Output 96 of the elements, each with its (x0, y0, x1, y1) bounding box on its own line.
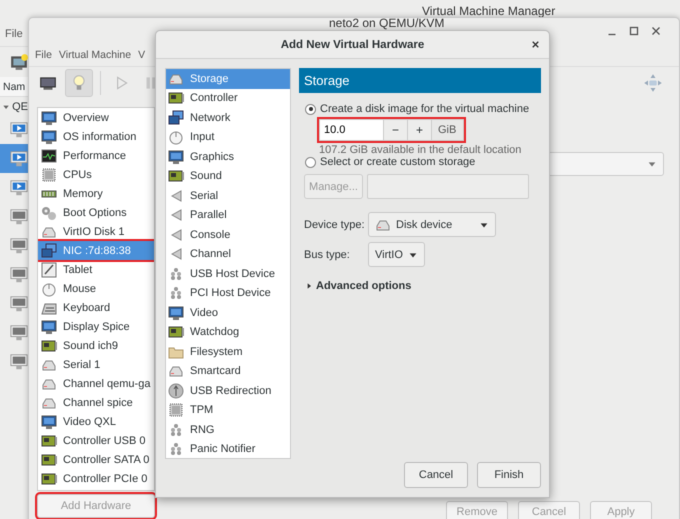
hardware-item[interactable]: Controller SATA 0 (38, 450, 154, 469)
card-icon (168, 90, 184, 106)
hardware-item[interactable]: Serial 1 (38, 355, 154, 374)
monitor-icon (41, 128, 57, 144)
move-icon[interactable] (643, 73, 663, 93)
hardware-type-item[interactable]: Input (166, 128, 290, 147)
hardware-type-item[interactable]: Controller (166, 88, 290, 108)
dialog-button[interactable]: Cancel (404, 462, 468, 488)
hardware-item[interactable]: Mouse (38, 279, 154, 298)
hardware-item[interactable]: Performance (38, 146, 154, 165)
hardware-type-item[interactable]: Smartcard (166, 362, 290, 381)
card-icon (41, 470, 57, 486)
hardware-item[interactable]: Channel qemu-ga (38, 374, 154, 393)
window-title: Virtual Machine Manager (422, 4, 556, 18)
bus-type-dropdown[interactable]: VirtIO (368, 242, 425, 267)
hardware-type-item[interactable]: Video (166, 303, 290, 322)
hardware-item[interactable]: Video QXL (38, 412, 154, 431)
hardware-type-item[interactable]: PCI Host Device (166, 284, 290, 303)
hardware-item[interactable]: VirtIO Disk 1 (38, 222, 154, 241)
hardware-item[interactable]: Sound ich9 (38, 336, 154, 355)
close-icon[interactable] (530, 39, 541, 50)
chip-icon (41, 166, 57, 182)
maximize-icon[interactable] (627, 24, 641, 38)
monitor-icon (168, 148, 184, 165)
hardware-item[interactable]: Controller USB 0 (38, 431, 154, 450)
hardware-item[interactable]: Overview (38, 108, 154, 127)
hardware-type-item[interactable]: TPM (166, 400, 290, 420)
hardware-type-item[interactable]: USB Host Device (166, 264, 290, 284)
device-type-dropdown[interactable]: Disk device (368, 212, 496, 237)
path-field[interactable] (367, 174, 529, 199)
increment-button[interactable]: + (408, 120, 432, 140)
hardware-type-item[interactable]: Network (166, 108, 290, 128)
card-icon (41, 338, 57, 354)
vm-row[interactable] (0, 144, 28, 173)
chart-icon (41, 148, 57, 164)
cluster-icon (168, 441, 184, 458)
hardware-item[interactable]: Memory (38, 184, 154, 203)
card-icon (168, 324, 184, 340)
unit-label: GiB (437, 123, 456, 138)
available-space-text: 107.2 GiB available in the default location (319, 144, 522, 156)
size-spin-field[interactable]: 10.0 − + GiB (319, 119, 464, 141)
dialog-title: Add New Virtual Hardware (280, 38, 424, 50)
field-label: Device type: (304, 218, 362, 230)
hardware-type-item[interactable]: RNG (166, 420, 290, 440)
hardware-item[interactable]: Channel spice (38, 393, 154, 412)
hardware-item[interactable]: Tablet (38, 260, 154, 279)
card-icon (41, 432, 57, 448)
menu-item[interactable]: File (5, 28, 23, 40)
menu-item[interactable]: File (35, 49, 52, 61)
network-icon (41, 242, 57, 258)
hardware-item[interactable]: OS information (38, 127, 154, 146)
chip-icon (168, 402, 184, 418)
card-icon (168, 168, 184, 184)
hardware-type-item[interactable]: Panic Notifier (166, 440, 290, 458)
hardware-type-item[interactable]: Console (166, 225, 290, 244)
cluster-icon (168, 285, 184, 302)
usb-icon (168, 382, 184, 399)
gears-icon (41, 204, 57, 220)
dialog-button[interactable]: Finish (477, 462, 541, 488)
decrement-button[interactable]: − (384, 120, 408, 140)
new-vm-icon[interactable] (10, 53, 28, 71)
cluster-icon (168, 422, 184, 438)
card-icon (41, 452, 57, 468)
window-title: neto2 on QEMU/KVM (329, 16, 444, 30)
monitor-icon (41, 318, 57, 334)
expander-label[interactable]: Advanced options (316, 280, 412, 292)
network-icon (168, 110, 184, 126)
hardware-type-item[interactable]: Filesystem (166, 342, 290, 362)
hardware-type-item[interactable]: Parallel (166, 206, 290, 225)
radio-label[interactable]: Create a disk image for the virtual machine (320, 103, 530, 115)
field-label: Bus type: (304, 248, 351, 260)
hardware-item[interactable]: Keyboard (38, 298, 154, 317)
hardware-type-item[interactable]: Sound (166, 166, 290, 186)
monitor-icon (41, 414, 57, 430)
column-header[interactable]: Nam (0, 77, 28, 97)
hardware-item[interactable]: CPUs (38, 165, 154, 184)
hardware-type-item[interactable]: Channel (166, 244, 290, 264)
menu-item[interactable]: V (138, 49, 146, 61)
monitor-icon (41, 110, 57, 126)
tablet-icon (41, 262, 57, 278)
tree-label[interactable]: QE (12, 101, 28, 113)
expander-icon[interactable] (305, 282, 313, 290)
radio-button[interactable] (305, 156, 316, 168)
monitor-icon (168, 304, 184, 321)
hardware-type-item[interactable]: Watchdog (166, 322, 290, 342)
cluster-icon (168, 266, 184, 282)
hardware-type-item[interactable]: Serial (166, 186, 290, 206)
hardware-type-item[interactable]: Graphics (166, 147, 290, 166)
radio-button[interactable] (305, 104, 316, 114)
radio-label[interactable]: Select or create custom storage (320, 156, 476, 168)
hardware-item[interactable]: Display Spice (38, 317, 154, 336)
section-header: Storage (299, 68, 541, 93)
menu-item[interactable]: Virtual Machine (58, 49, 132, 61)
hardware-type-item[interactable]: USB Redirection (166, 381, 290, 400)
hardware-item[interactable]: Controller PCIe 0 (38, 469, 154, 488)
hardware-item[interactable]: Boot Options (38, 203, 154, 222)
